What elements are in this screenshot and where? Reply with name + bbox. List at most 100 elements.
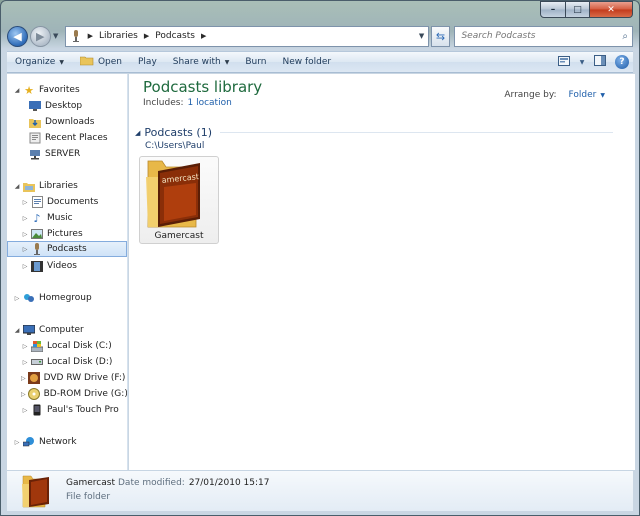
search-input[interactable]	[461, 31, 612, 41]
expand-arrow-icon[interactable]: ▷	[13, 295, 21, 302]
sidebar-item-local-disk-c[interactable]: ▷ Local Disk (C:)	[21, 338, 127, 354]
group-header[interactable]: ◢ Podcasts (1)	[135, 126, 613, 139]
minimize-button[interactable]: –	[540, 1, 566, 18]
documents-icon	[31, 196, 43, 208]
sidebar-item-label: Local Disk (C:)	[47, 341, 112, 351]
sidebar-item-label: Music	[47, 213, 73, 223]
computer-icon	[23, 324, 35, 336]
sidebar-item-music[interactable]: ▷ ♪ Music	[21, 210, 127, 226]
new-folder-button[interactable]: New folder	[274, 52, 339, 72]
open-button[interactable]: Open	[72, 52, 130, 72]
collapse-arrow-icon[interactable]: ◢	[135, 129, 140, 137]
sidebar-item-downloads[interactable]: Downloads	[29, 114, 127, 130]
sidebar-item-podcasts[interactable]: ▷ Podcasts	[7, 241, 127, 257]
burn-button[interactable]: Burn	[237, 52, 274, 72]
breadcrumb-podcasts[interactable]: Podcasts	[155, 31, 195, 41]
expand-arrow-icon[interactable]: ▷	[21, 246, 29, 253]
sidebar-item-touch-pro[interactable]: ▷ Paul's Touch Pro	[21, 402, 127, 418]
preview-pane-button[interactable]	[589, 52, 611, 72]
sidebar-item-recent-places[interactable]: Recent Places	[29, 130, 127, 146]
sidebar-item-label: Documents	[47, 197, 99, 207]
sidebar-item-pictures[interactable]: ▷ Pictures	[21, 226, 127, 242]
view-options-dropdown[interactable]: ▼	[575, 52, 589, 72]
caption-buttons: – □ ✕	[540, 1, 633, 18]
expand-arrow-icon[interactable]: ▷	[13, 439, 21, 446]
sidebar-item-documents[interactable]: ▷ Documents	[21, 194, 127, 210]
sidebar-item-label: Podcasts	[47, 244, 87, 254]
chevron-down-icon[interactable]: ▼	[600, 92, 605, 99]
expand-arrow-icon[interactable]: ▷	[21, 215, 29, 222]
sidebar-item-bd-rom-drive[interactable]: ▷ BD-ROM Drive (G:) F	[21, 386, 127, 402]
command-bar-right: ▼ ?	[553, 52, 633, 72]
locations-link[interactable]: 1 location	[187, 98, 231, 108]
sidebar-item-server[interactable]: SERVER	[29, 146, 127, 162]
expand-arrow-icon[interactable]: ▷	[21, 199, 29, 206]
arrange-by: Arrange by: Folder ▼	[504, 90, 605, 100]
details-item-type: File folder	[66, 492, 111, 502]
search-box[interactable]: ⌕	[454, 25, 633, 47]
tree-network[interactable]: ▷ Network	[13, 434, 127, 450]
sidebar-item-videos[interactable]: ▷ Videos	[21, 258, 127, 274]
expand-arrow-icon[interactable]: ▷	[21, 391, 26, 398]
expand-arrow-icon[interactable]: ▷	[21, 375, 26, 382]
arrange-by-dropdown[interactable]: Folder	[569, 90, 597, 100]
help-button[interactable]: ?	[611, 52, 633, 72]
tree-libraries[interactable]: ◢ Libraries	[13, 178, 127, 194]
libraries-label: Libraries	[39, 181, 78, 191]
collapse-arrow-icon[interactable]: ◢	[13, 183, 21, 190]
pictures-icon	[31, 228, 43, 240]
search-icon[interactable]: ⌕	[622, 31, 628, 42]
folder-tile-gamercast[interactable]: amercast Gamercast	[139, 156, 219, 244]
sidebar-item-desktop[interactable]: Desktop	[29, 98, 127, 114]
share-with-menu[interactable]: Share with ▼	[165, 52, 238, 72]
network-icon	[23, 436, 35, 448]
explorer-window: – □ ✕ ◀ ▶ ▼ ▶ Libraries ▶ Podcasts ▶ ▼ ⇆…	[0, 0, 640, 516]
podcast-folder-icon: amercast	[146, 160, 200, 228]
tree-computer[interactable]: ◢ Computer	[13, 322, 127, 338]
sidebar-item-label: Desktop	[45, 101, 83, 111]
expand-arrow-icon[interactable]: ▷	[21, 343, 29, 350]
sidebar-item-label: BD-ROM Drive (G:) F	[43, 389, 128, 399]
share-with-label: Share with	[172, 57, 221, 67]
expand-arrow-icon[interactable]: ▷	[21, 231, 29, 238]
play-button[interactable]: Play	[130, 52, 165, 72]
tree-favorites[interactable]: ◢ ★ Favorites	[13, 82, 127, 98]
content-pane: Podcasts library Includes: 1 location Arr…	[129, 74, 635, 470]
downloads-icon	[29, 116, 41, 128]
back-button[interactable]: ◀	[7, 25, 28, 47]
library-includes: Includes: 1 location	[143, 98, 232, 108]
homegroup-icon	[23, 292, 35, 304]
help-icon: ?	[615, 55, 629, 69]
network-label: Network	[39, 437, 77, 447]
forward-button[interactable]: ▶	[29, 25, 51, 47]
breadcrumb-separator-icon[interactable]: ▶	[144, 32, 149, 40]
collapse-arrow-icon[interactable]: ◢	[13, 327, 21, 334]
network-drive-icon	[29, 148, 41, 160]
address-bar[interactable]: ▶ Libraries ▶ Podcasts ▶ ▼	[64, 25, 429, 47]
close-button[interactable]: ✕	[590, 1, 633, 18]
burn-label: Burn	[245, 57, 267, 67]
expand-arrow-icon[interactable]: ▷	[21, 263, 29, 270]
tree-homegroup[interactable]: ▷ Homegroup	[13, 290, 127, 306]
change-view-button[interactable]	[553, 52, 575, 72]
breadcrumb-libraries[interactable]: Libraries	[99, 31, 138, 41]
breadcrumb-separator-icon[interactable]: ▶	[88, 32, 93, 40]
sidebar-item-label: Downloads	[45, 117, 95, 127]
maximize-button[interactable]: □	[566, 1, 590, 18]
organize-menu[interactable]: Organize ▼	[7, 52, 72, 72]
collapse-arrow-icon[interactable]: ◢	[13, 87, 21, 94]
refresh-button[interactable]: ⇆	[430, 25, 451, 47]
sidebar-item-dvd-drive[interactable]: ▷ DVD RW Drive (F:) Z'	[21, 370, 127, 386]
expand-arrow-icon[interactable]: ▷	[21, 407, 29, 414]
sidebar-item-local-disk-d[interactable]: ▷ Local Disk (D:)	[21, 354, 127, 370]
refresh-icon: ⇆	[435, 29, 446, 43]
address-history-dropdown[interactable]: ▼	[416, 32, 428, 40]
group-divider	[220, 132, 613, 133]
recent-pages-dropdown[interactable]: ▼	[51, 32, 61, 40]
item-name: Gamercast	[154, 231, 204, 241]
expand-arrow-icon[interactable]: ▷	[21, 359, 29, 366]
breadcrumb-separator-icon[interactable]: ▶	[201, 32, 206, 40]
sidebar-item-label: Videos	[47, 261, 77, 271]
date-modified-value: 27/01/2010 15:17	[188, 478, 270, 488]
sidebar-item-label: Local Disk (D:)	[47, 357, 113, 367]
